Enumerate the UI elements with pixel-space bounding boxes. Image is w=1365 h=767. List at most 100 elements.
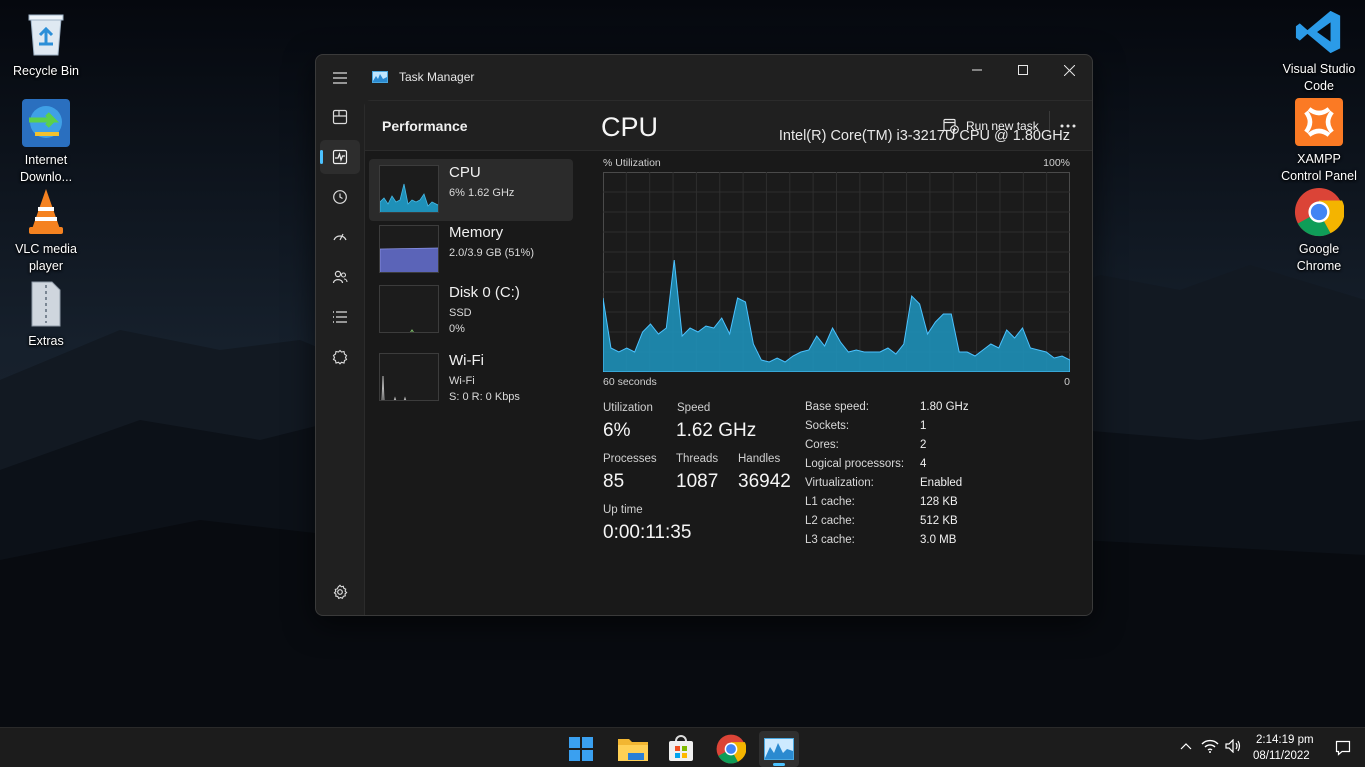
volume-icon[interactable] — [1225, 739, 1243, 753]
taskbar-task-manager[interactable] — [759, 731, 799, 767]
speed-label: Speed — [677, 402, 711, 414]
device-name: Memory — [449, 224, 504, 241]
chrome-icon — [1294, 186, 1344, 238]
internet-download-manager-icon — [21, 97, 71, 149]
device-detail: S: 0 R: 0 Kbps — [449, 391, 520, 403]
desktop-icon-vlc[interactable]: VLC media player — [0, 186, 92, 275]
nav-details[interactable] — [320, 300, 360, 334]
startup-apps-icon — [333, 233, 347, 241]
device-name: Disk 0 (C:) — [449, 284, 520, 301]
zip-folder-icon — [21, 278, 71, 330]
title-bar[interactable]: Task Manager — [316, 55, 1092, 99]
spec-value: 128 KB — [920, 496, 958, 508]
spec-key: L3 cache: — [805, 534, 855, 546]
device-cpu[interactable]: CPU 6% 1.62 GHz — [369, 159, 573, 221]
file-explorer-icon — [618, 739, 648, 761]
memory-mini-graph — [379, 225, 439, 273]
spec-value: 1.80 GHz — [920, 401, 969, 413]
desktop-icon-xampp[interactable]: XAMPP Control Panel — [1273, 96, 1365, 185]
desktop-icon-label: Extras — [28, 334, 64, 348]
settings-icon — [333, 584, 348, 600]
spec-value: 3.0 MB — [920, 534, 957, 546]
device-name: Wi-Fi — [449, 352, 484, 369]
device-memory[interactable]: Memory 2.0/3.9 GB (51%) — [369, 219, 573, 281]
device-detail: 6% 1.62 GHz — [449, 187, 515, 199]
desktop-icon-recycle-bin[interactable]: Recycle Bin — [0, 8, 92, 80]
device-detail: Wi-Fi — [449, 375, 475, 387]
task-manager-window: Task Manager Performance Run new task CP… — [315, 54, 1093, 616]
device-disk[interactable]: Disk 0 (C:) SSD 0% — [369, 279, 573, 341]
wifi-icon[interactable] — [1201, 739, 1219, 753]
nav-users[interactable] — [320, 260, 360, 294]
start-button[interactable] — [561, 731, 601, 767]
desktop-icon-label: XAMPP Control Panel — [1281, 152, 1357, 183]
device-wifi[interactable]: Wi-Fi Wi-Fi S: 0 R: 0 Kbps — [369, 347, 573, 409]
services-icon — [332, 349, 348, 365]
nav-services[interactable] — [320, 340, 360, 374]
vlc-icon — [21, 186, 71, 238]
nav-app-history[interactable] — [320, 180, 360, 214]
taskbar-chrome[interactable] — [711, 731, 751, 767]
clock-date[interactable]: 08/11/2022 — [1253, 750, 1310, 762]
spec-value: 512 KB — [920, 515, 958, 527]
hamburger-icon — [333, 72, 347, 84]
processes-icon — [332, 109, 348, 125]
spec-value: Enabled — [920, 477, 963, 489]
uptime-value: 0:00:11:35 — [603, 522, 692, 543]
desktop-icon-internet-download-manager[interactable]: Internet Downlo... — [0, 97, 92, 186]
nav-startup-apps[interactable] — [320, 220, 360, 254]
device-detail: 0% — [449, 323, 465, 335]
wifi-mini-graph — [379, 353, 439, 401]
speed-value: 1.62 GHz — [676, 420, 757, 441]
hamburger-menu-button[interactable] — [320, 61, 360, 95]
spec-key: Virtualization: — [805, 477, 874, 489]
graph-zero-label: 0 — [1064, 376, 1070, 388]
desktop-icon-label: Google Chrome — [1296, 242, 1342, 273]
threads-value: 1087 — [676, 471, 719, 492]
details-icon — [333, 311, 347, 323]
performance-page: Performance Run new task CPU 6% 1.62 GHz… — [364, 100, 1092, 615]
handles-label: Handles — [738, 453, 781, 465]
close-icon — [1063, 64, 1075, 76]
disk-mini-graph — [379, 285, 439, 333]
spec-key: L1 cache: — [805, 496, 855, 508]
task-manager-icon — [764, 738, 794, 760]
maximize-button[interactable] — [1000, 55, 1046, 85]
device-detail: 2.0/3.9 GB (51%) — [449, 247, 534, 259]
desktop-icon-label: VLC media player — [15, 242, 77, 273]
xampp-icon — [1294, 96, 1344, 148]
nav-settings[interactable] — [320, 575, 360, 609]
desktop-icon-chrome[interactable]: Google Chrome — [1273, 186, 1365, 275]
utilization-max-label: 100% — [1043, 157, 1070, 169]
taskbar-microsoft-store[interactable] — [661, 731, 701, 767]
nav-performance[interactable] — [320, 140, 360, 174]
microsoft-store-icon — [669, 735, 693, 761]
taskbar: 2:14:19 pm 08/11/2022 — [0, 727, 1365, 767]
desktop-icon-extras[interactable]: Extras — [0, 278, 92, 350]
desktop-icon-vscode[interactable]: Visual Studio Code — [1273, 6, 1365, 95]
clock-time[interactable]: 2:14:19 pm — [1256, 734, 1314, 746]
window-title: Task Manager — [399, 70, 475, 84]
minimize-icon — [972, 69, 982, 71]
cpu-mini-graph — [379, 165, 439, 213]
utilization-label: Utilization — [603, 402, 653, 414]
spec-key: Sockets: — [805, 420, 850, 432]
spec-value: 1 — [920, 420, 927, 432]
notification-icon[interactable] — [1335, 740, 1351, 756]
spec-key: L2 cache: — [805, 515, 855, 527]
processes-value: 85 — [603, 471, 625, 492]
spec-value: 2 — [920, 439, 927, 451]
spec-key: Cores: — [805, 439, 839, 451]
threads-label: Threads — [676, 453, 719, 465]
taskbar-file-explorer[interactable] — [613, 731, 653, 767]
device-detail: SSD — [449, 307, 472, 319]
chrome-icon — [716, 734, 746, 764]
minimize-button[interactable] — [954, 55, 1000, 85]
nav-processes[interactable] — [320, 100, 360, 134]
task-manager-icon — [372, 70, 388, 88]
show-hidden-icons-icon[interactable] — [1180, 742, 1192, 750]
spec-value: 4 — [920, 458, 927, 470]
desktop-icon-label: Visual Studio Code — [1282, 62, 1356, 93]
desktop-icon-label: Recycle Bin — [13, 64, 79, 78]
close-button[interactable] — [1046, 55, 1092, 85]
